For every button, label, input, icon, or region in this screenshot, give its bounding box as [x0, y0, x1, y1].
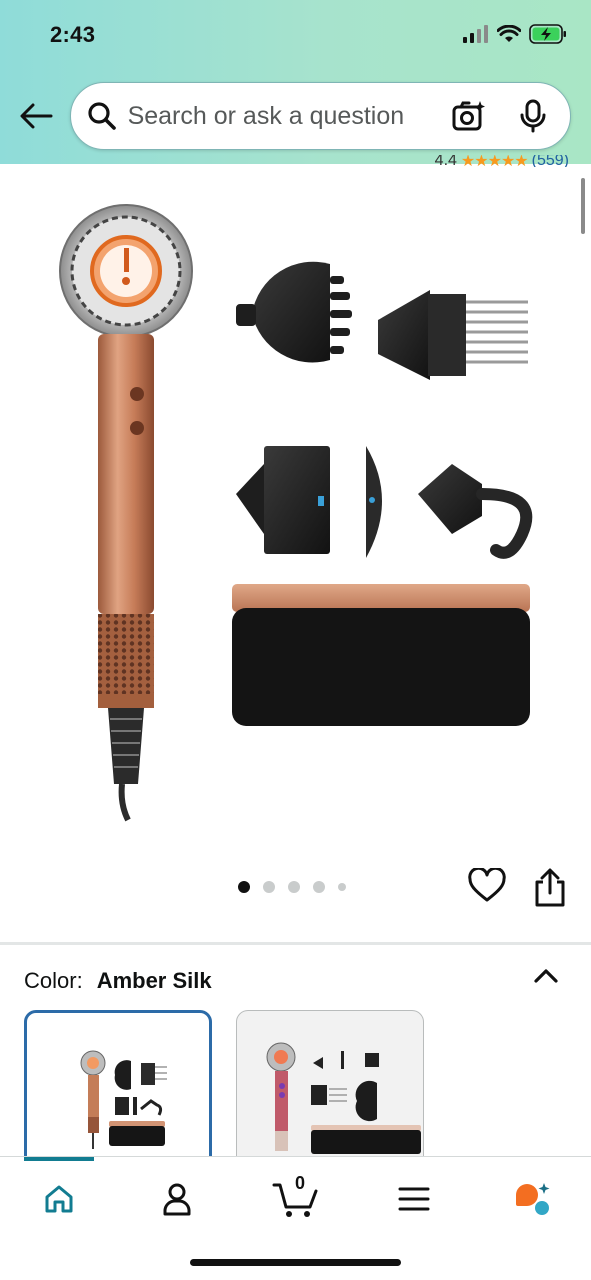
home-icon	[45, 1185, 73, 1213]
active-tab-indicator	[24, 1157, 94, 1161]
nav-account[interactable]	[147, 1175, 207, 1223]
account-icon	[163, 1183, 191, 1216]
gallery-dot[interactable]	[313, 881, 325, 893]
rufus-icon	[516, 1183, 550, 1215]
menu-icon	[398, 1187, 430, 1211]
color-swatch-selected[interactable]	[24, 1010, 212, 1170]
color-swatch-option[interactable]	[236, 1010, 424, 1170]
gallery-dot-active[interactable]	[238, 881, 250, 893]
wifi-icon	[497, 25, 521, 42]
nav-rufus[interactable]	[502, 1175, 562, 1223]
gallery-pagination[interactable]	[238, 881, 346, 893]
nav-cart[interactable]: 0	[266, 1173, 326, 1223]
gallery-dot[interactable]	[288, 881, 300, 893]
app-header: 2:43	[0, 0, 591, 164]
color-label: Color:	[24, 968, 83, 993]
section-divider	[0, 942, 591, 945]
status-icons	[463, 24, 567, 44]
status-time: 2:43	[50, 22, 96, 47]
search-input[interactable]	[127, 101, 450, 131]
add-to-list-button[interactable]	[468, 866, 506, 906]
back-button[interactable]	[16, 96, 56, 136]
microphone-icon[interactable]	[514, 96, 552, 136]
gallery-dot[interactable]	[263, 881, 275, 893]
color-selector-header: Color: Amber Silk	[24, 968, 212, 994]
cart-count-badge: 0	[294, 1173, 305, 1193]
arrow-left-icon	[20, 103, 53, 129]
share-icon	[535, 868, 565, 907]
gallery-dot[interactable]	[338, 883, 346, 891]
product-image	[59, 204, 533, 822]
share-button[interactable]	[533, 868, 567, 908]
collapse-color-button[interactable]	[530, 960, 562, 992]
selected-color: Amber Silk	[96, 968, 212, 993]
chevron-up-icon	[534, 969, 558, 983]
product-image-gallery[interactable]	[0, 164, 591, 854]
battery-charging-icon	[529, 24, 566, 44]
cellular-signal-icon	[463, 25, 488, 43]
home-indicator	[190, 1259, 401, 1266]
heart-icon	[468, 866, 506, 902]
camera-search-icon[interactable]	[450, 96, 488, 136]
search-bar[interactable]	[70, 82, 571, 150]
search-icon	[87, 100, 118, 132]
swatch-image	[266, 1042, 421, 1154]
nav-menu[interactable]	[384, 1175, 444, 1223]
swatch-image	[80, 1050, 167, 1149]
nav-home[interactable]	[29, 1175, 89, 1223]
